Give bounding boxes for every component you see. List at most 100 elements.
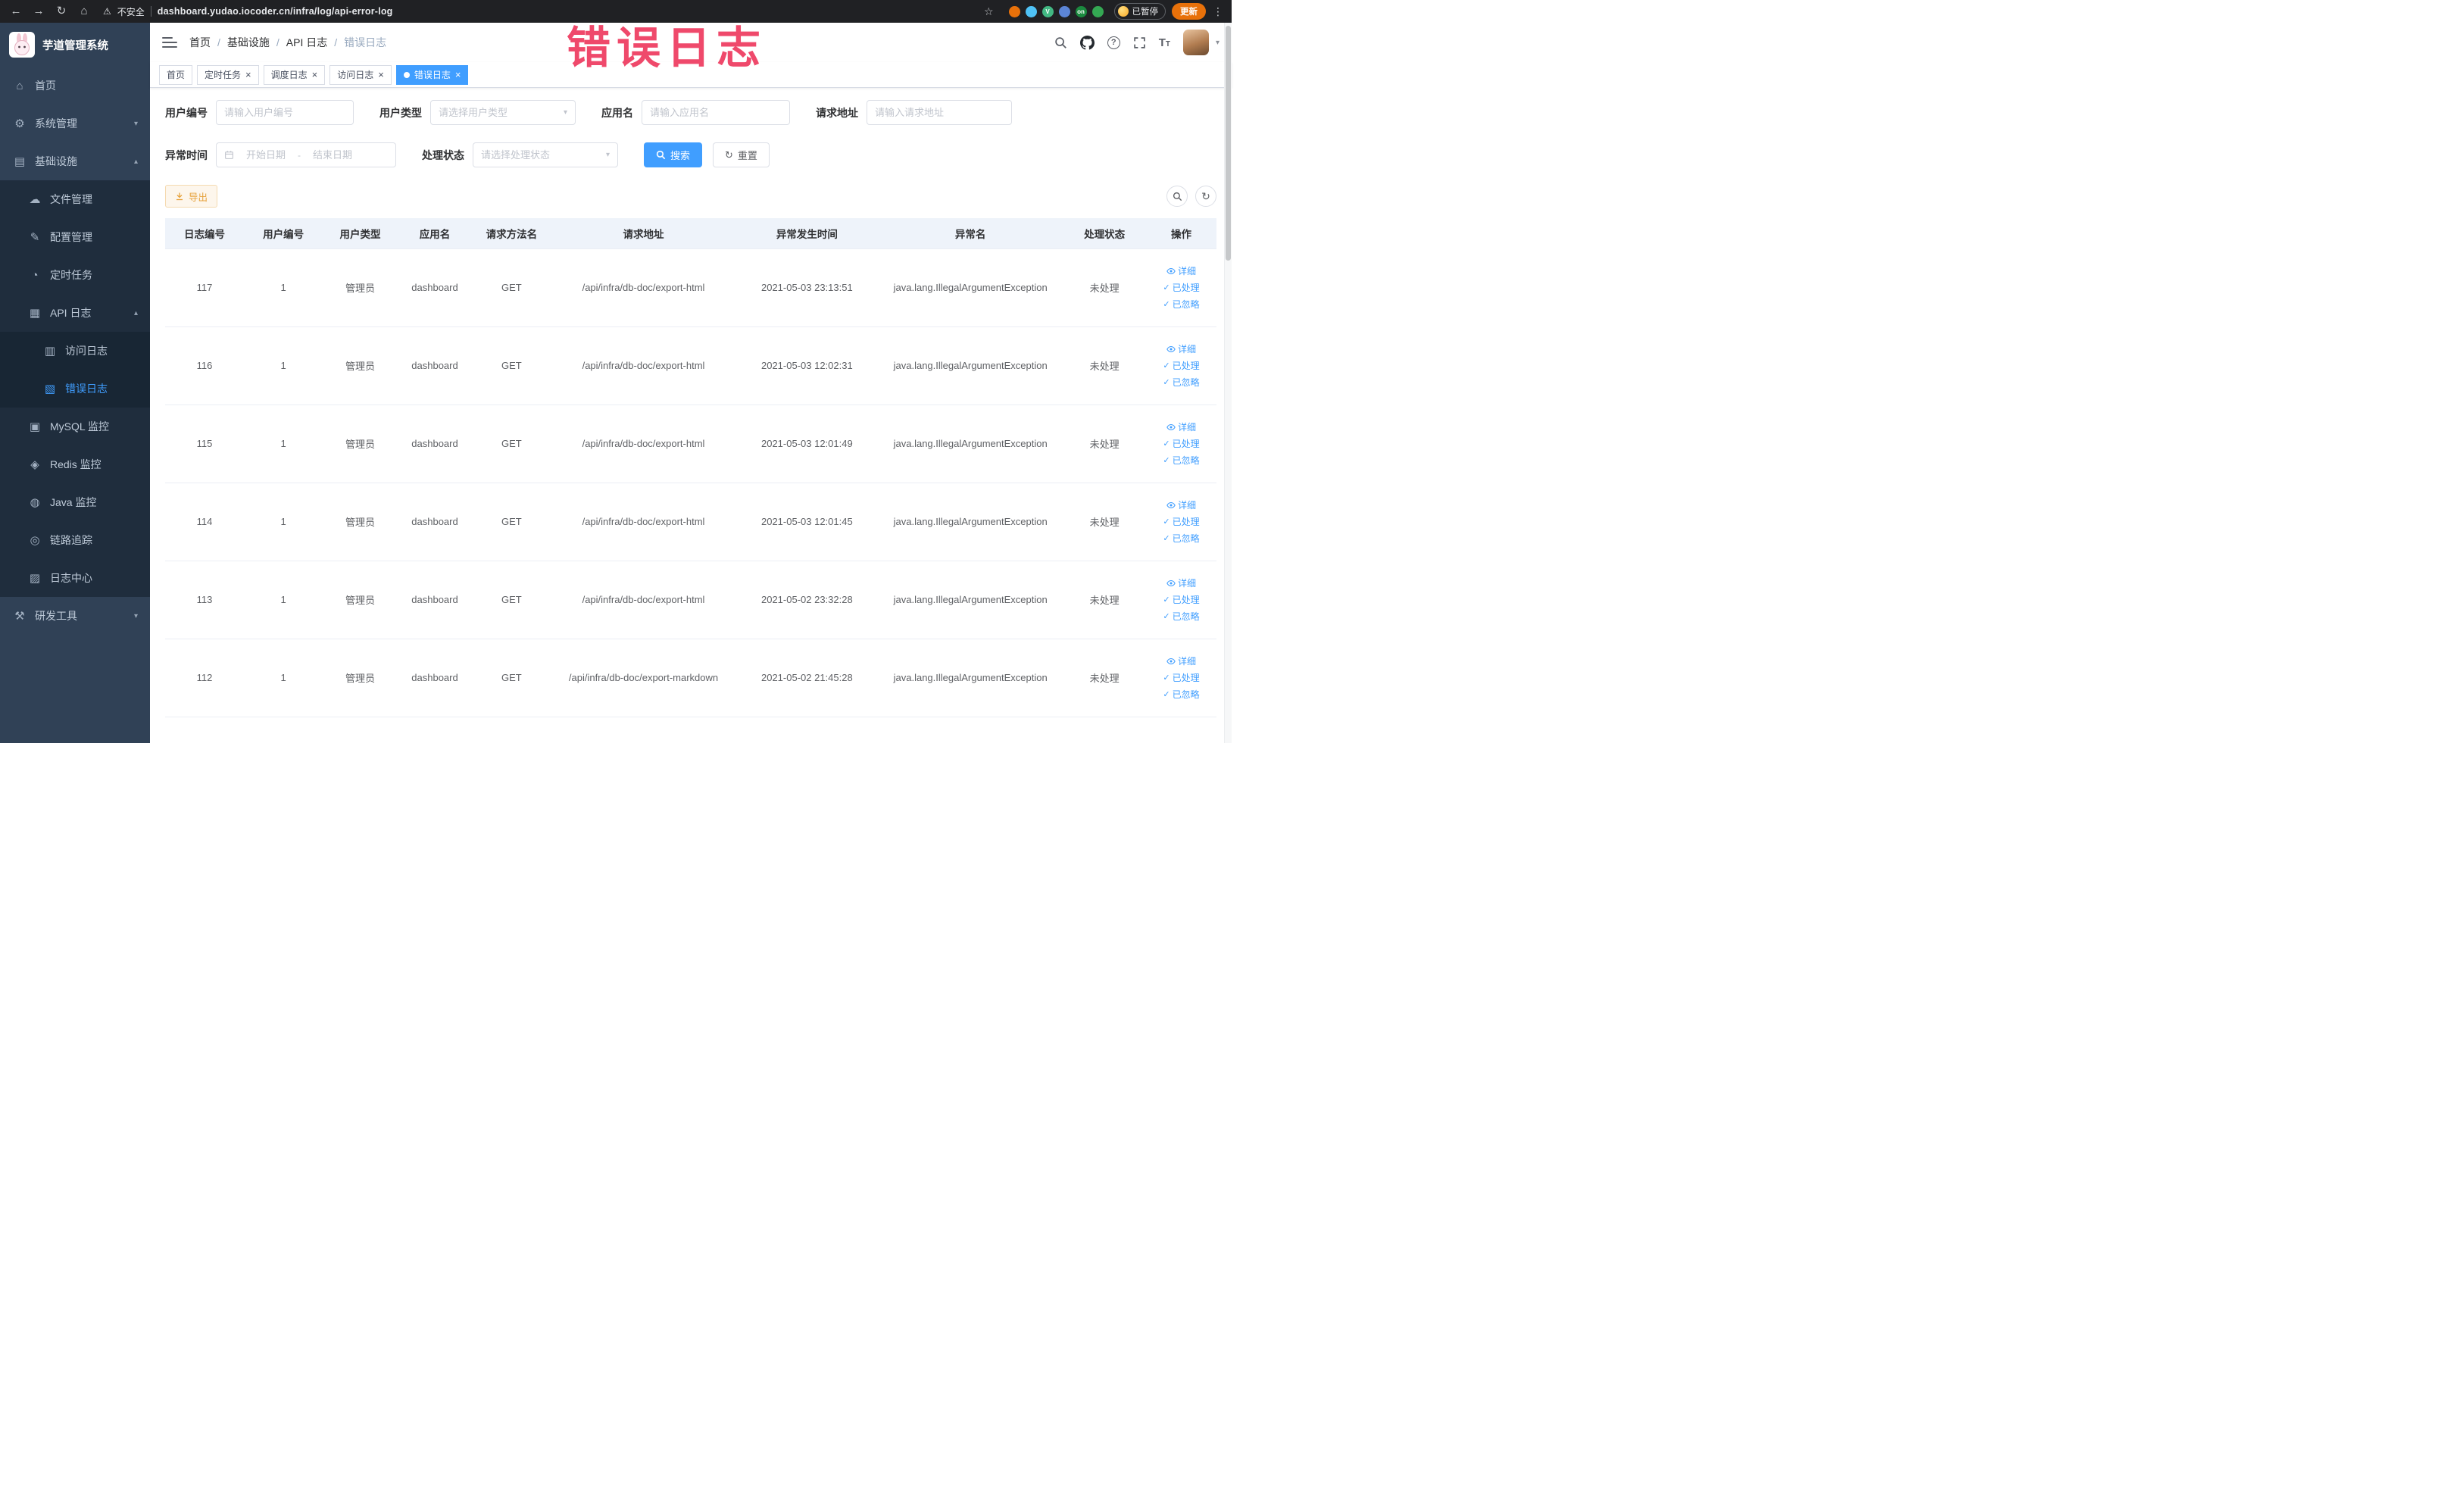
cell-status: 未处理 [1063, 639, 1146, 717]
cell-app-name: dashboard [397, 248, 473, 327]
extension-icon-green[interactable] [1091, 5, 1104, 17]
cell-request-url: /api/infra/db-doc/export-html [551, 561, 736, 639]
check-icon: ✓ [1163, 455, 1170, 465]
cell-log-id: 113 [165, 561, 245, 639]
tab-0[interactable]: 首页 [159, 64, 193, 85]
sidebar-item-5[interactable]: ◔ 定时任务 [0, 256, 150, 294]
detail-link[interactable]: 详细 [1149, 497, 1213, 514]
font-size-icon[interactable]: TT [1159, 37, 1170, 48]
sidebar-item-10[interactable]: ◈ Redis 监控 [0, 445, 150, 483]
exception-time-label: 异常时间 [165, 148, 208, 161]
app-name-input[interactable] [650, 107, 782, 118]
ignored-link[interactable]: ✓ 已忽略 [1149, 608, 1213, 625]
detail-link[interactable]: 详细 [1149, 341, 1213, 358]
reset-button[interactable]: ↻ 重置 [713, 142, 770, 167]
sidebar-item-8[interactable]: ▧ 错误日志 [0, 370, 150, 408]
sidebar-item-1[interactable]: ⚙ 系统管理 ▾ [0, 105, 150, 142]
sidebar-item-12[interactable]: ◎ 链路追踪 [0, 521, 150, 559]
sidebar-item-7[interactable]: ▥ 访问日志 [0, 332, 150, 370]
sidebar-item-9[interactable]: ▣ MySQL 监控 [0, 408, 150, 445]
table-header-row: 日志编号 用户编号 用户类型 应用名 请求方法名 请求地址 异常发生时间 异常名… [165, 218, 1216, 249]
avatar-caret-icon[interactable]: ▾ [1216, 39, 1220, 47]
sidebar-item-4[interactable]: ✎ 配置管理 [0, 218, 150, 256]
tab-1[interactable]: 定时任务 × [197, 64, 259, 85]
tab-close-icon[interactable]: × [455, 70, 461, 80]
detail-link[interactable]: 详细 [1149, 575, 1213, 592]
detail-link[interactable]: 详细 [1149, 263, 1213, 280]
processed-link[interactable]: ✓ 已处理 [1149, 436, 1213, 452]
window-scrollbar[interactable] [1224, 23, 1232, 743]
sidebar-item-0[interactable]: ⌂ 首页 [0, 67, 150, 105]
sidebar-item-6[interactable]: ▦ API 日志 ▴ [0, 294, 150, 332]
bookmark-star-icon[interactable]: ☆ [984, 5, 994, 18]
processed-link[interactable]: ✓ 已处理 [1149, 514, 1213, 530]
user-avatar[interactable] [1182, 30, 1209, 55]
update-button[interactable]: 更新 [1172, 3, 1206, 20]
sidebar-item-13[interactable]: ▨ 日志中心 [0, 559, 150, 597]
help-icon[interactable]: ? [1107, 36, 1120, 49]
request-url-input[interactable] [875, 107, 1004, 118]
processed-link[interactable]: ✓ 已处理 [1149, 358, 1213, 374]
back-icon[interactable]: ← [8, 0, 24, 23]
breadcrumb-item-2[interactable]: API 日志 [286, 35, 327, 50]
ignored-link[interactable]: ✓ 已忽略 [1149, 530, 1213, 547]
ignored-link[interactable]: ✓ 已忽略 [1149, 686, 1213, 703]
sidebar-item-2[interactable]: ▤ 基础设施 ▴ [0, 142, 150, 180]
refresh-table-button[interactable]: ↻ [1195, 186, 1216, 207]
search-icon[interactable] [1054, 36, 1067, 49]
tab-2[interactable]: 调度日志 × [263, 64, 326, 85]
reload-icon[interactable]: ↻ [53, 0, 70, 23]
logo-area[interactable]: 芋道管理系统 [0, 23, 150, 67]
user-id-input[interactable] [224, 107, 345, 118]
detail-link[interactable]: 详细 [1149, 653, 1213, 670]
forward-icon[interactable]: → [30, 0, 47, 23]
ignored-link[interactable]: ✓ 已忽略 [1149, 452, 1213, 469]
tab-close-icon[interactable]: × [245, 70, 251, 80]
profile-avatar-icon [1117, 6, 1129, 17]
tab-4[interactable]: 错误日志 × [395, 64, 469, 85]
extension-icon-blue[interactable] [1058, 5, 1070, 17]
extension-icon-orange[interactable] [1008, 5, 1020, 17]
end-date-input[interactable] [305, 149, 360, 161]
processed-link[interactable]: ✓ 已处理 [1149, 670, 1213, 686]
tab-close-icon[interactable]: × [312, 70, 318, 80]
extension-icon-on[interactable]: on [1075, 5, 1087, 17]
processed-link-label: 已处理 [1172, 282, 1200, 293]
sidebar-item-14[interactable]: ⚒ 研发工具 ▾ [0, 597, 150, 635]
profile-paused-badge[interactable]: 已暂停 [1113, 3, 1166, 20]
extension-icon-vue[interactable]: V [1042, 5, 1054, 17]
github-icon[interactable] [1079, 35, 1095, 50]
sidebar-item-label: 系统管理 [35, 117, 77, 130]
scrollbar-thumb[interactable] [1226, 26, 1231, 261]
browser-menu-icon[interactable]: ⋮ [1212, 5, 1224, 18]
table-row: 117 1 管理员 dashboard GET /api/infra/db-do… [165, 248, 1216, 327]
tab-close-icon[interactable]: × [378, 70, 384, 80]
hamburger-icon[interactable] [162, 36, 177, 48]
sidebar-item-3[interactable]: ☁ 文件管理 [0, 180, 150, 218]
processed-link-label: 已处理 [1172, 360, 1200, 371]
search-button[interactable]: 搜索 [644, 142, 703, 167]
toggle-search-button[interactable] [1166, 186, 1188, 207]
breadcrumb-item-0[interactable]: 首页 [189, 35, 211, 50]
tab-3[interactable]: 访问日志 × [329, 64, 392, 85]
chevron-down-icon: ▾ [133, 611, 138, 620]
processed-link[interactable]: ✓ 已处理 [1149, 280, 1213, 296]
table-row: 113 1 管理员 dashboard GET /api/infra/db-do… [165, 561, 1216, 639]
home-icon[interactable]: ⌂ [76, 0, 92, 23]
start-date-input[interactable] [239, 149, 293, 161]
export-button[interactable]: 导出 [165, 185, 218, 208]
process-status-select[interactable] [481, 149, 601, 161]
detail-link[interactable]: 详细 [1149, 419, 1213, 436]
address-bar[interactable]: ⚠ 不安全 dashboard.yudao.iocoder.cn/infra/l… [98, 5, 998, 18]
topbar: 首页 / 基础设施 / API 日志 / 错误日志 ? TT ▾ [150, 23, 1232, 62]
user-type-select[interactable] [439, 107, 559, 118]
sidebar-item-11[interactable]: ◍ Java 监控 [0, 483, 150, 521]
ignored-link[interactable]: ✓ 已忽略 [1149, 296, 1213, 313]
breadcrumb-item-1[interactable]: 基础设施 [227, 35, 270, 50]
date-range-picker[interactable]: - [216, 142, 396, 167]
cell-user-type: 管理员 [323, 639, 398, 717]
fullscreen-icon[interactable] [1133, 36, 1146, 49]
processed-link[interactable]: ✓ 已处理 [1149, 592, 1213, 608]
extension-icon-water[interactable] [1025, 5, 1037, 17]
ignored-link[interactable]: ✓ 已忽略 [1149, 374, 1213, 391]
